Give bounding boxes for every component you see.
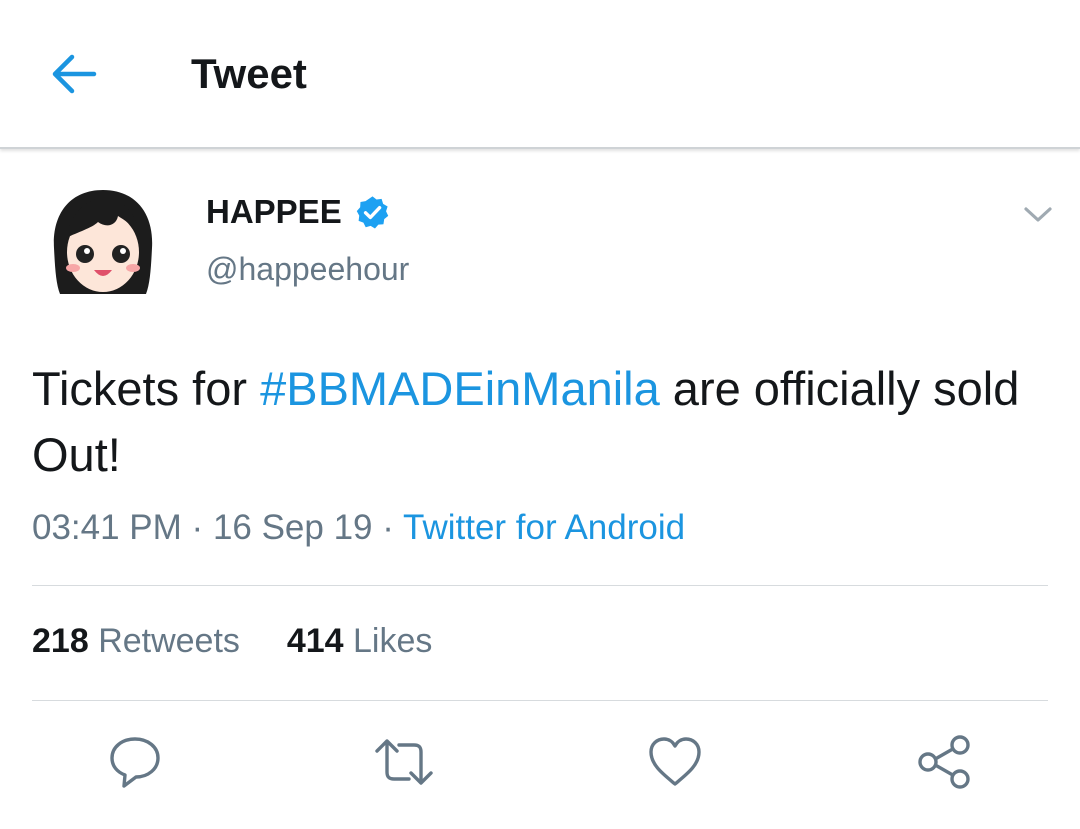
tweet-time: 03:41 PM — [32, 508, 182, 547]
back-button[interactable] — [50, 52, 98, 96]
more-options-button[interactable] — [1020, 200, 1056, 228]
verified-badge-icon — [356, 195, 388, 229]
retweet-button[interactable] — [374, 732, 434, 792]
arrow-left-icon — [52, 54, 97, 94]
likes-label: Likes — [353, 622, 433, 660]
tweet-date: 16 Sep 19 — [212, 508, 373, 547]
like-button[interactable] — [645, 732, 705, 792]
like-icon — [649, 737, 701, 786]
author-name-row[interactable]: HAPPEE — [206, 193, 391, 231]
action-bar — [0, 732, 1080, 792]
divider — [32, 700, 1048, 701]
retweets-label: Retweets — [98, 622, 240, 660]
tweet-text: Tickets for #BBMADEinManila are official… — [32, 356, 1042, 488]
share-icon — [918, 735, 970, 789]
hashtag-link[interactable]: #BBMADEinManila — [260, 362, 660, 415]
reply-button[interactable] — [105, 732, 165, 792]
author-handle[interactable]: @happeehour — [206, 251, 409, 288]
avatar[interactable] — [48, 186, 158, 298]
tweet-meta: 03:41 PM · 16 Sep 19 · Twitter for Andro… — [32, 508, 685, 548]
share-button[interactable] — [914, 732, 974, 792]
reply-icon — [110, 737, 160, 788]
meta-separator: · — [382, 508, 394, 547]
author-name: HAPPEE — [206, 193, 342, 230]
meta-separator: · — [191, 508, 204, 547]
top-app-bar: Tweet — [0, 0, 1080, 149]
likes-count: 414 — [286, 622, 344, 660]
divider — [32, 585, 1048, 586]
likes-stat[interactable]: 414 Likes — [287, 622, 433, 660]
retweet-icon — [375, 739, 433, 785]
tweet-text-before: Tickets for — [32, 362, 261, 415]
tweet-source-link[interactable]: Twitter for Android — [403, 508, 685, 547]
retweets-stat[interactable]: 218 Retweets — [32, 622, 240, 660]
tweet-stats: 218 Retweets 414 Likes — [32, 622, 432, 661]
chevron-down-icon — [1024, 207, 1052, 222]
page-title: Tweet — [191, 50, 307, 97]
retweets-count: 218 — [32, 622, 89, 660]
